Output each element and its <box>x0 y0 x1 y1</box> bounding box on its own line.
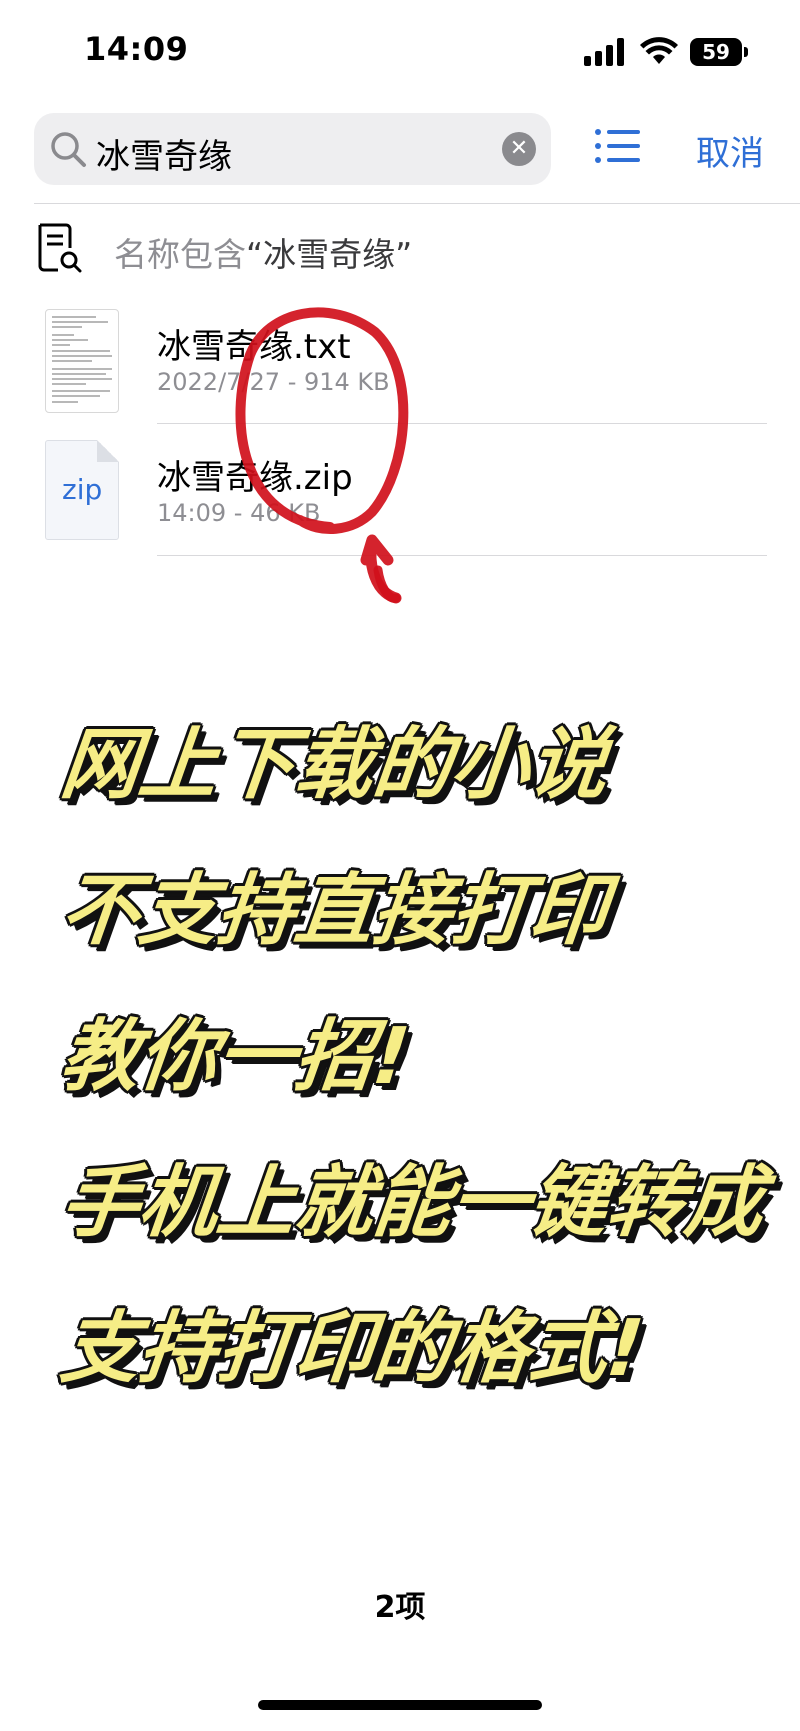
caption-line-5: 支持打印的格式! <box>56 1304 648 1394</box>
caption-line-4: 手机上就能一键转成 <box>56 1158 769 1248</box>
caption-line-1: 网上下载的小说 <box>56 720 613 810</box>
files-search-screen: 14:09 59 冰雪奇缘 ✕ 取消 名称包含“冰雪奇缘” 冰雪奇缘.txt 2… <box>0 0 800 1731</box>
caption-line-2: 不支持直接打印 <box>56 866 613 956</box>
caption-line-3: 教你一招! <box>56 1012 414 1102</box>
red-circle-annotation <box>235 307 409 604</box>
home-indicator[interactable] <box>258 1700 542 1710</box>
item-count: 2项 <box>374 1590 426 1625</box>
